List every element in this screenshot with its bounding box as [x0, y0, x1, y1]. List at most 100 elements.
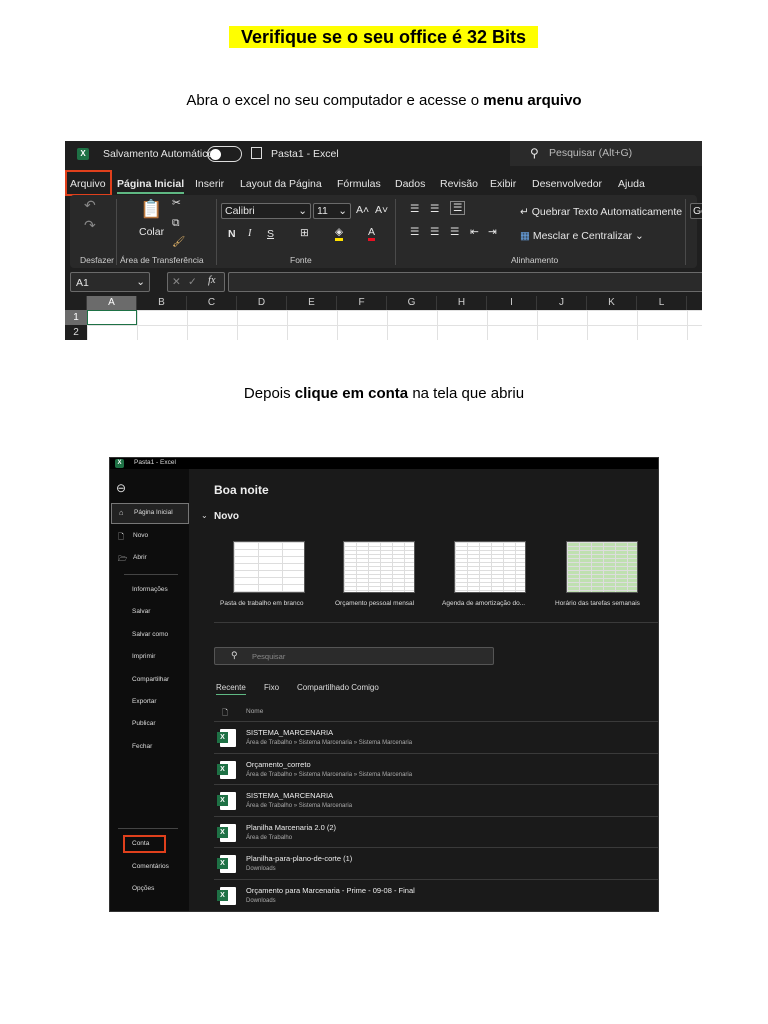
column-header[interactable]: B: [137, 296, 187, 310]
column-header[interactable]: D: [237, 296, 287, 310]
save-icon[interactable]: [251, 147, 262, 159]
recent-file-row[interactable]: Planilha Marcenaria 2.0 (2) Área de Traba…: [214, 815, 658, 847]
italic-button[interactable]: I: [248, 228, 252, 239]
paste-button[interactable]: Colar: [139, 226, 164, 238]
recent-file-row[interactable]: SISTEMA_MARCENARIA Área de Trabalho » Sis…: [214, 721, 658, 752]
tab-inserir[interactable]: Inserir: [195, 178, 224, 190]
number-format-select[interactable]: Ge: [690, 203, 702, 219]
paste-icon[interactable]: 📋: [140, 199, 162, 220]
tab-desenvolvedor[interactable]: Desenvolvedor: [532, 178, 602, 190]
grid-cells[interactable]: [87, 310, 702, 340]
sidebar-item-opcoes[interactable]: Opções: [132, 885, 154, 892]
enter-icon[interactable]: ✓: [188, 276, 197, 288]
step2-pre: Depois: [243, 385, 295, 402]
template-label[interactable]: Horário das tarefas semanais: [555, 600, 640, 607]
search-input[interactable]: ⚲ Pesquisar: [214, 647, 494, 665]
align-center-icon[interactable]: ☰: [430, 226, 439, 238]
tab-pagina-inicial[interactable]: Página Inicial: [117, 178, 185, 194]
align-right-icon[interactable]: ☰: [450, 226, 459, 238]
sidebar-item-conta[interactable]: Conta: [132, 840, 149, 847]
sidebar-item[interactable]: Informações: [132, 586, 168, 593]
bold-button[interactable]: N: [228, 228, 236, 240]
sidebar-item[interactable]: Salvar: [132, 608, 150, 615]
template-thumbnail[interactable]: [454, 541, 526, 593]
column-header[interactable]: I: [487, 296, 537, 310]
sidebar-item[interactable]: Fechar: [132, 743, 152, 750]
chevron-down-icon[interactable]: ⌄: [201, 511, 208, 520]
tab-revisao[interactable]: Revisão: [440, 178, 478, 190]
sidebar-item[interactable]: Compartilhar: [132, 676, 169, 683]
align-top-icon[interactable]: ☰: [410, 203, 419, 215]
align-bottom-icon[interactable]: ☰: [450, 201, 466, 215]
search-box[interactable]: ⚲ Pesquisar (Alt+G): [510, 141, 702, 166]
tab-ajuda[interactable]: Ajuda: [618, 178, 645, 190]
column-header[interactable]: G: [387, 296, 437, 310]
align-middle-icon[interactable]: ☰: [430, 203, 439, 215]
template-thumbnail[interactable]: [233, 541, 305, 593]
merge-center-button[interactable]: ▦ Mesclar e Centralizar ⌄: [520, 230, 644, 242]
redo-icon[interactable]: ↷: [84, 217, 96, 234]
tab-arquivo[interactable]: Arquivo: [70, 178, 106, 190]
borders-icon[interactable]: ⊞: [300, 227, 309, 239]
font-name-select[interactable]: Calibri ⌄: [221, 203, 311, 219]
fill-color-icon[interactable]: ◈: [335, 226, 344, 241]
template-label[interactable]: Agenda de amortização do...: [442, 600, 525, 607]
shrink-font-icon[interactable]: A˅: [375, 204, 388, 216]
wrap-text-button[interactable]: ↵ Quebrar Texto Automaticamente: [520, 206, 682, 218]
recent-file-row[interactable]: Orçamento_correto Área de Trabalho » Sist…: [214, 752, 658, 784]
row-header[interactable]: 1: [65, 310, 87, 325]
page-heading: Verifique se o seu office é 32 Bits: [229, 26, 538, 48]
template-thumbnail[interactable]: [566, 541, 638, 593]
cancel-icon[interactable]: ✕: [172, 276, 181, 288]
column-header[interactable]: F: [337, 296, 387, 310]
align-left-icon[interactable]: ☰: [410, 226, 419, 238]
template-thumbnail[interactable]: [343, 541, 415, 593]
tab-layout[interactable]: Layout da Página: [240, 178, 322, 190]
sidebar-item-pagina-inicial[interactable]: ⌂ Página Inicial: [111, 503, 189, 524]
template-label[interactable]: Orçamento pessoal mensal: [335, 600, 414, 607]
font-color-icon[interactable]: A: [368, 226, 376, 241]
column-header[interactable]: H: [437, 296, 487, 310]
increase-indent-icon[interactable]: ⇥: [488, 226, 497, 238]
grow-font-icon[interactable]: A˄: [356, 204, 369, 216]
insert-function-button[interactable]: fx: [208, 275, 216, 286]
sidebar-item[interactable]: Salvar como: [132, 631, 168, 638]
group-label-clipboard: Área de Transferência: [120, 255, 204, 265]
undo-icon[interactable]: ↶: [84, 197, 96, 214]
autosave-toggle[interactable]: [207, 146, 242, 162]
tab-dados[interactable]: Dados: [395, 178, 425, 190]
sidebar-item[interactable]: Publicar: [132, 720, 155, 727]
tab-exibir[interactable]: Exibir: [490, 178, 516, 190]
active-cell[interactable]: [87, 310, 137, 325]
recent-file-row[interactable]: Planilha-para-plano-de-corte (1) Download…: [214, 847, 658, 878]
column-header[interactable]: L: [637, 296, 687, 310]
column-header[interactable]: J: [537, 296, 587, 310]
column-header[interactable]: K: [587, 296, 637, 310]
copy-icon[interactable]: ⧉: [172, 217, 180, 230]
sidebar-item[interactable]: Imprimir: [132, 653, 155, 660]
sidebar-item-novo[interactable]: Novo: [133, 532, 148, 539]
underline-button[interactable]: S: [267, 228, 274, 240]
select-all-corner[interactable]: [65, 296, 87, 310]
tab-formulas[interactable]: Fórmulas: [337, 178, 381, 190]
sidebar-item-abrir[interactable]: Abrir: [133, 554, 147, 561]
format-painter-icon[interactable]: 🖌: [172, 235, 185, 248]
column-header[interactable]: E: [287, 296, 337, 310]
sidebar-item-comentarios[interactable]: Comentários: [132, 863, 169, 870]
formula-input[interactable]: [228, 272, 702, 292]
sidebar-item[interactable]: Exportar: [132, 698, 157, 705]
template-label[interactable]: Pasta de trabalho em branco: [220, 600, 303, 607]
column-header[interactable]: C: [187, 296, 237, 310]
tab-compartilhado[interactable]: Compartilhado Comigo: [297, 683, 379, 692]
column-header[interactable]: A: [87, 296, 137, 310]
recent-file-row[interactable]: Orçamento para Marcenaria - Prime - 09-0…: [214, 879, 658, 910]
tab-fixo[interactable]: Fixo: [264, 683, 279, 692]
row-header[interactable]: 2: [65, 325, 87, 340]
cut-icon[interactable]: ✂: [172, 197, 181, 209]
tab-recente[interactable]: Recente: [216, 683, 246, 695]
decrease-indent-icon[interactable]: ⇤: [470, 226, 479, 238]
font-size-select[interactable]: 11 ⌄: [313, 203, 351, 219]
back-arrow-icon[interactable]: ⊖: [116, 481, 126, 495]
recent-file-row[interactable]: SISTEMA_MARCENARIA Área de Trabalho » Sis…: [214, 784, 658, 815]
name-box[interactable]: A1 ⌄: [70, 272, 150, 292]
